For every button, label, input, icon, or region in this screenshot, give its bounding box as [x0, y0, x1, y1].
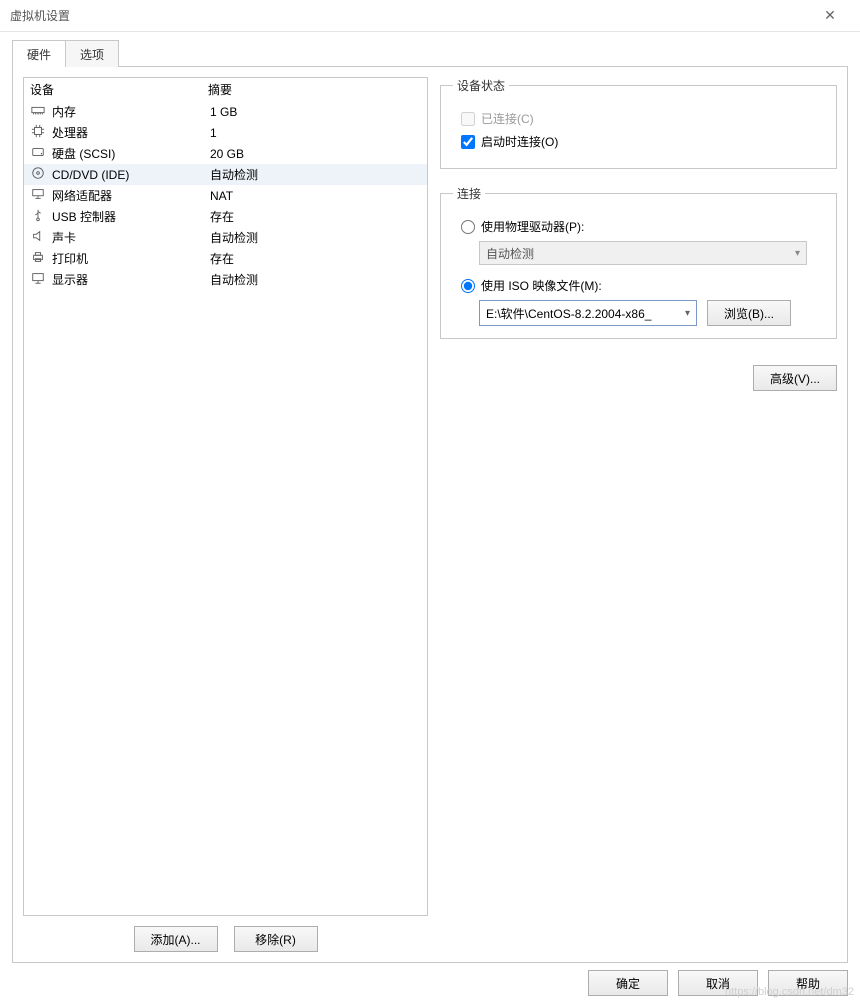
right-pane: 设备状态 已连接(C) 启动时连接(O) 连接 使用物理驱动器(P): [440, 77, 837, 952]
physical-drive-value: 自动检测 [486, 245, 534, 262]
physical-drive-select-wrap: 自动检测 ▾ [479, 241, 824, 265]
iso-radio[interactable] [461, 279, 475, 293]
add-button[interactable]: 添加(A)... [134, 926, 218, 952]
sound-icon [30, 229, 46, 246]
dialog-footer: 确定 取消 帮助 [588, 970, 848, 996]
display-icon [30, 271, 46, 288]
table-row[interactable]: 打印机存在 [24, 248, 427, 269]
iso-radio-row[interactable]: 使用 ISO 映像文件(M): [461, 277, 824, 294]
memory-icon [30, 103, 46, 120]
device-name: 处理器 [52, 124, 204, 141]
device-name: 网络适配器 [52, 187, 204, 204]
iso-row: E:\软件\CentOS-8.2.2004-x86_ ▾ 浏览(B)... [479, 300, 824, 326]
table-row[interactable]: 显示器自动检测 [24, 269, 427, 290]
connect-at-poweron-row[interactable]: 启动时连接(O) [461, 133, 824, 150]
connection-legend: 连接 [453, 185, 485, 202]
device-summary: NAT [210, 189, 421, 203]
table-row[interactable]: 内存 1 GB [24, 101, 427, 122]
device-name: 打印机 [52, 250, 204, 267]
device-summary: 20 GB [210, 147, 421, 161]
device-name: USB 控制器 [52, 208, 204, 225]
table-row[interactable]: USB 控制器存在 [24, 206, 427, 227]
table-row[interactable]: 网络适配器 NAT [24, 185, 427, 206]
device-summary: 自动检测 [210, 229, 421, 246]
window-title: 虚拟机设置 [10, 7, 810, 24]
ok-button[interactable]: 确定 [588, 970, 668, 996]
usb-icon [30, 208, 46, 225]
left-buttons: 添加(A)... 移除(R) [23, 926, 428, 952]
connected-label: 已连接(C) [481, 110, 534, 127]
cancel-button[interactable]: 取消 [678, 970, 758, 996]
table-row[interactable]: 处理器 1 [24, 122, 427, 143]
device-name: 硬盘 (SCSI) [52, 145, 204, 162]
table-row[interactable]: 声卡自动检测 [24, 227, 427, 248]
connected-checkbox [461, 112, 475, 126]
device-summary: 存在 [210, 208, 421, 225]
header-device: 设备 [30, 81, 208, 98]
chevron-down-icon[interactable]: ▾ [681, 308, 690, 319]
cd-icon [30, 166, 46, 183]
iso-path-value: E:\软件\CentOS-8.2.2004-x86_ [486, 305, 681, 322]
titlebar: 虚拟机设置 ✕ [0, 0, 860, 32]
device-name: 显示器 [52, 271, 204, 288]
disk-icon [30, 145, 46, 162]
iso-label: 使用 ISO 映像文件(M): [481, 277, 602, 294]
table-row[interactable]: 硬盘 (SCSI) 20 GB [24, 143, 427, 164]
device-name: CD/DVD (IDE) [52, 168, 204, 182]
printer-icon [30, 250, 46, 267]
header-summary: 摘要 [208, 81, 232, 98]
browse-button[interactable]: 浏览(B)... [707, 300, 791, 326]
help-button[interactable]: 帮助 [768, 970, 848, 996]
advanced-button[interactable]: 高级(V)... [753, 365, 837, 391]
tab-bar: 硬件 选项 [12, 40, 848, 66]
device-summary: 1 [210, 126, 421, 140]
tab-hardware[interactable]: 硬件 [12, 40, 66, 67]
left-pane: 设备 摘要 内存 1 GB 处理器 1 硬盘 (SCSI) 20 GB CD/DVD (ID… [23, 77, 428, 952]
device-name: 声卡 [52, 229, 204, 246]
device-state-group: 设备状态 已连接(C) 启动时连接(O) [440, 77, 837, 169]
device-table: 设备 摘要 内存 1 GB 处理器 1 硬盘 (SCSI) 20 GB CD/DVD (ID… [23, 77, 428, 916]
device-summary: 自动检测 [210, 166, 421, 183]
remove-button[interactable]: 移除(R) [234, 926, 318, 952]
close-icon[interactable]: ✕ [810, 7, 850, 24]
iso-path-combo[interactable]: E:\软件\CentOS-8.2.2004-x86_ ▾ [479, 300, 697, 326]
table-header: 设备 摘要 [24, 78, 427, 101]
network-icon [30, 187, 46, 204]
physical-radio-row[interactable]: 使用物理驱动器(P): [461, 218, 824, 235]
device-summary: 1 GB [210, 105, 421, 119]
connect-at-poweron-label: 启动时连接(O) [481, 133, 558, 150]
connected-checkbox-row: 已连接(C) [461, 110, 824, 127]
device-summary: 自动检测 [210, 271, 421, 288]
device-summary: 存在 [210, 250, 421, 267]
physical-label: 使用物理驱动器(P): [481, 218, 584, 235]
cpu-icon [30, 124, 46, 141]
tab-options[interactable]: 选项 [66, 40, 119, 67]
device-state-legend: 设备状态 [453, 77, 509, 94]
chevron-down-icon: ▾ [795, 248, 800, 259]
table-row[interactable]: CD/DVD (IDE) 自动检测 [24, 164, 427, 185]
physical-radio[interactable] [461, 220, 475, 234]
connection-group: 连接 使用物理驱动器(P): 自动检测 ▾ 使用 ISO 映像文件(M): [440, 185, 837, 339]
connect-at-poweron-checkbox[interactable] [461, 135, 475, 149]
tab-panel: 设备 摘要 内存 1 GB 处理器 1 硬盘 (SCSI) 20 GB CD/DVD (ID… [12, 66, 848, 963]
physical-drive-select: 自动检测 ▾ [479, 241, 807, 265]
device-name: 内存 [52, 103, 204, 120]
